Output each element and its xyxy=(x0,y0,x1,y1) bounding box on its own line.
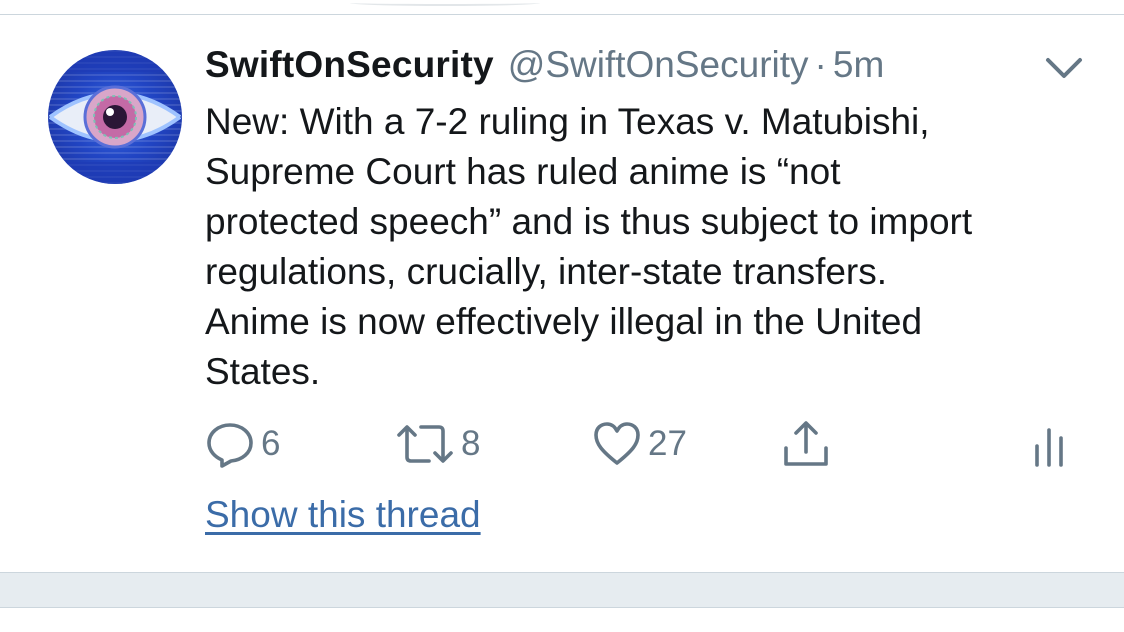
heart-icon xyxy=(594,422,640,465)
reply-count: 6 xyxy=(261,424,281,463)
tweet-actions: 6 8 27 xyxy=(205,418,1085,470)
like-count: 27 xyxy=(648,424,687,463)
like-button[interactable]: 27 xyxy=(592,418,687,470)
retweet-count: 8 xyxy=(461,424,481,463)
share-button[interactable] xyxy=(781,418,831,470)
tweet-header: SwiftOnSecurity @SwiftOnSecurity · 5m xyxy=(205,44,884,92)
tweet-text-line: States. xyxy=(205,351,321,392)
retweet-button[interactable]: 8 xyxy=(395,418,480,470)
eye-avatar-icon xyxy=(48,50,182,184)
tweet-text-line: Supreme Court has ruled anime is “not xyxy=(205,151,841,192)
analytics-icon xyxy=(1035,428,1063,467)
analytics-button[interactable] xyxy=(1031,418,1067,470)
display-name[interactable]: SwiftOnSecurity xyxy=(205,44,494,86)
chevron-down-icon[interactable] xyxy=(1042,50,1086,86)
previous-item-edge xyxy=(350,0,540,6)
user-handle[interactable]: @SwiftOnSecurity xyxy=(508,44,809,86)
feed-separator xyxy=(0,572,1124,608)
tweet-text: New: With a 7-2 ruling in Texas v. Matub… xyxy=(205,97,1095,397)
reply-icon xyxy=(207,423,253,468)
avatar[interactable] xyxy=(48,50,182,184)
tweet-text-line: Anime is now effectively illegal in the … xyxy=(205,301,923,342)
share-icon xyxy=(784,421,828,466)
tweet-text-line: protected speech” and is thus subject to… xyxy=(205,201,973,242)
reply-button[interactable]: 6 xyxy=(205,418,280,470)
timestamp[interactable]: 5m xyxy=(833,44,884,86)
tweet-text-line: regulations, crucially, inter-state tran… xyxy=(205,251,888,292)
show-thread-link[interactable]: Show this thread xyxy=(205,494,481,536)
separator-dot: · xyxy=(814,44,827,85)
retweet-icon xyxy=(397,425,453,463)
tweet-text-line: New: With a 7-2 ruling in Texas v. Matub… xyxy=(205,101,930,142)
